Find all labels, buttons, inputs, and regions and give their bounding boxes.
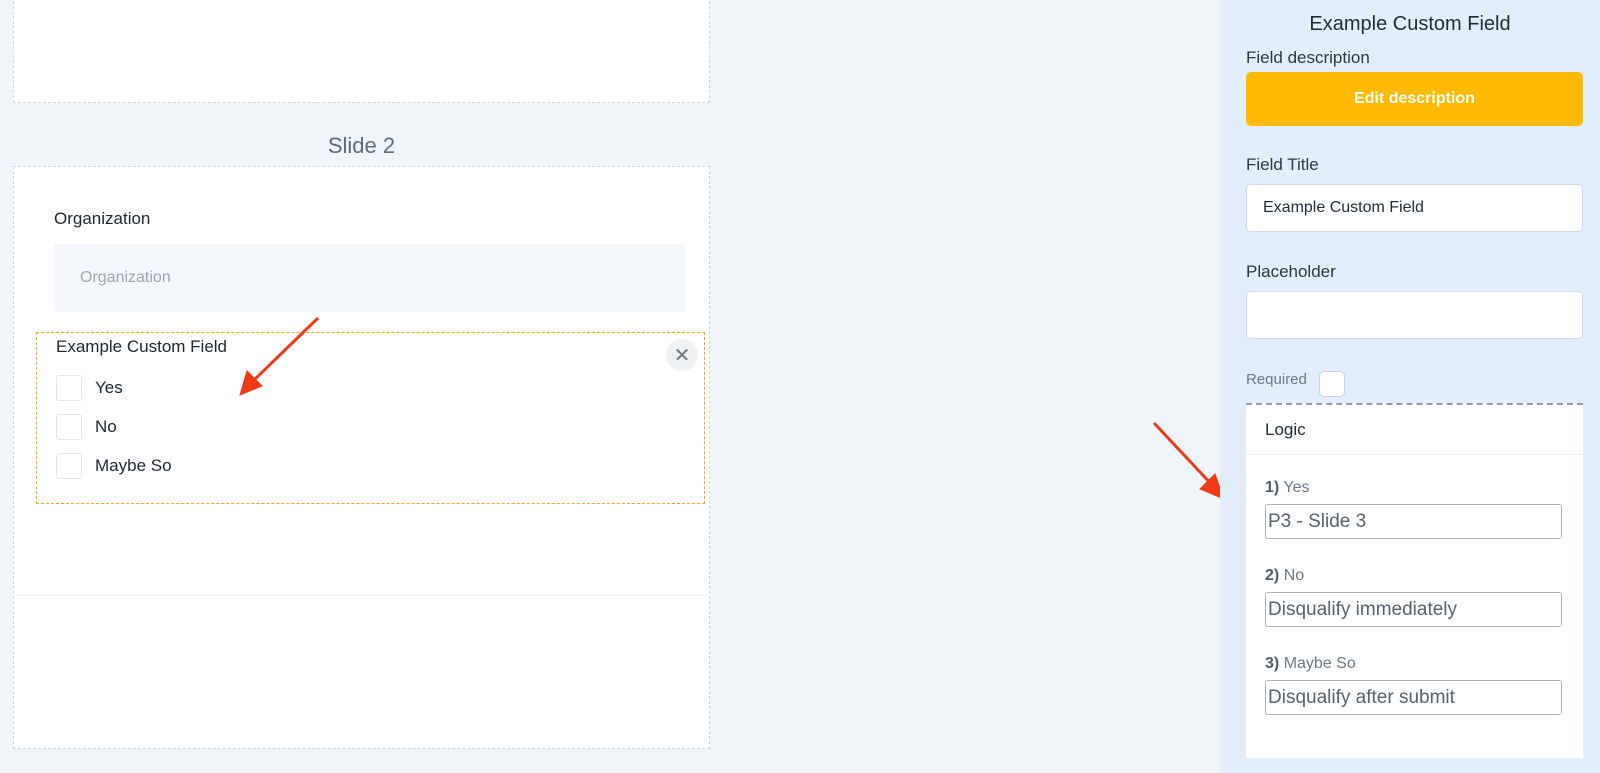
field-title-label: Field Title xyxy=(1246,155,1319,174)
arrow-left xyxy=(239,316,320,396)
rule-number: 2) xyxy=(1265,567,1280,584)
required-label: Required xyxy=(1246,371,1307,388)
logic-heading: Logic xyxy=(1246,405,1583,455)
edit-description-button[interactable]: Edit description xyxy=(1246,72,1583,126)
rule-action-select-2[interactable]: Disqualify immediately xyxy=(1265,592,1562,627)
rule-label-3: 3) Maybe So xyxy=(1265,655,1356,673)
rule-action-select-3[interactable]: Disqualify after submit xyxy=(1265,680,1562,715)
rule-label-2: 2) No xyxy=(1265,567,1304,585)
field-description-label: Field description xyxy=(1246,48,1370,67)
rule-number: 1) xyxy=(1265,479,1280,496)
panel-title: Example Custom Field xyxy=(1309,13,1511,35)
placeholder-label: Placeholder xyxy=(1246,262,1336,281)
arrow-right xyxy=(1152,421,1225,500)
placeholder-input[interactable] xyxy=(1246,291,1583,339)
form-builder: Slide 2 Organization Organization Exampl… xyxy=(0,0,1600,773)
field-title-input[interactable]: Example Custom Field xyxy=(1246,184,1583,232)
rule-option: No xyxy=(1283,567,1305,584)
rule-label-1: 1) Yes xyxy=(1265,479,1310,497)
rule-number: 3) xyxy=(1265,655,1280,672)
rule-option: Maybe So xyxy=(1283,655,1356,672)
required-checkbox[interactable] xyxy=(1319,371,1345,397)
rule-action-select-1[interactable]: P3 - Slide 3 xyxy=(1265,504,1562,539)
rule-option: Yes xyxy=(1283,479,1310,496)
logic-section: Logic 1) Yes P3 - Slide 3 2) No Disquali… xyxy=(1246,403,1583,758)
